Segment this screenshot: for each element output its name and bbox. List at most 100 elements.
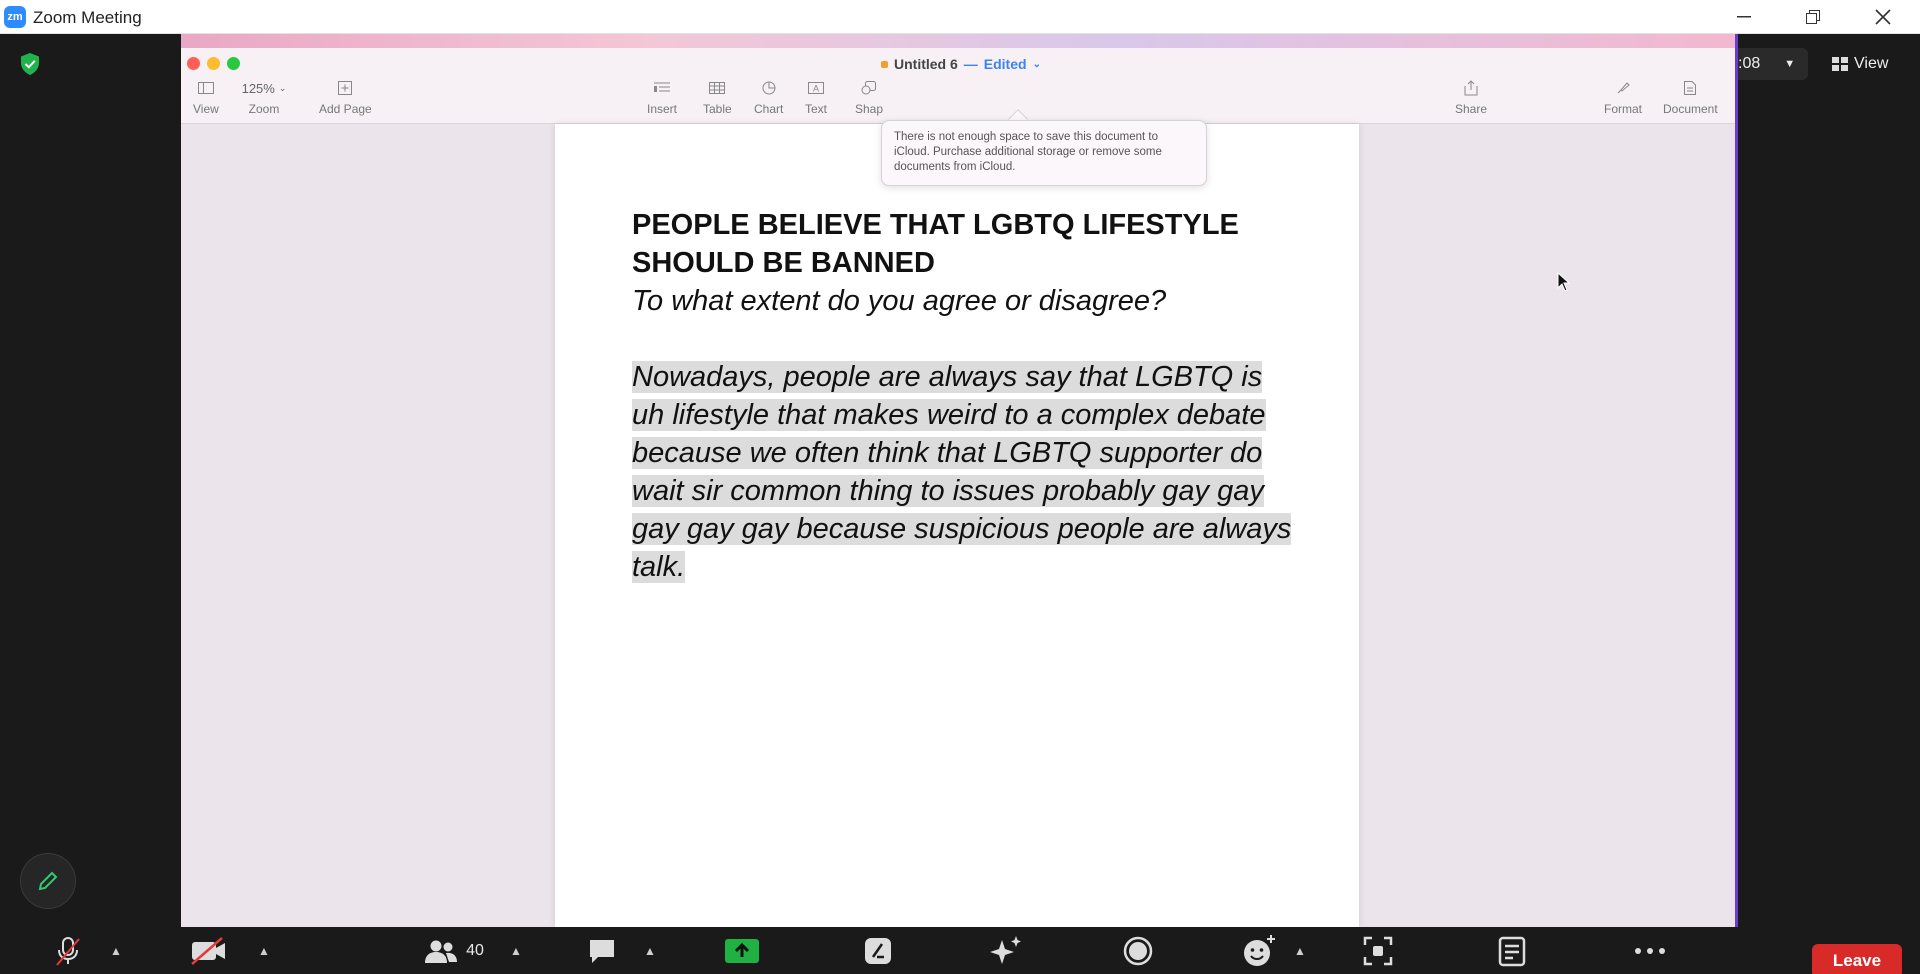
chevron-down-icon[interactable]: ▼ xyxy=(1784,58,1795,70)
toolbar-text-label: Text xyxy=(805,102,828,116)
video-off-icon xyxy=(191,937,225,965)
icloud-storage-tooltip: There is not enough space to save this d… xyxy=(881,120,1207,186)
participants-button[interactable]: 40 xyxy=(414,932,494,970)
toolbar-table-label: Table xyxy=(703,102,732,116)
document-title[interactable]: Untitled 6 — Edited ⌄ xyxy=(881,56,1041,72)
mouse-cursor-icon xyxy=(1557,272,1571,292)
toolbar-insert[interactable]: Insert xyxy=(647,78,677,116)
notes-button[interactable] xyxy=(1492,932,1532,970)
toolbar-format-label: Format xyxy=(1604,102,1643,116)
chat-button[interactable] xyxy=(582,932,622,970)
mac-close-button[interactable] xyxy=(187,57,200,70)
shared-screen: Untitled 6 — Edited ⌄ View 125% ⌄ Zoom Ad… xyxy=(181,34,1738,927)
document-name: Untitled 6 xyxy=(894,56,958,72)
mac-minimize-button[interactable] xyxy=(207,57,220,70)
toolbar-zoom[interactable]: 125% ⌄ Zoom xyxy=(239,78,289,117)
mac-maximize-button[interactable] xyxy=(227,57,240,70)
start-video-button[interactable] xyxy=(186,932,230,970)
toolbar-share-label: Share xyxy=(1455,102,1488,116)
mute-button[interactable] xyxy=(48,932,88,970)
focus-mode-button[interactable] xyxy=(1358,932,1398,970)
svg-text:A: A xyxy=(813,84,819,94)
toolbar-view-label: View xyxy=(193,102,219,116)
document-canvas[interactable]: PEOPLE BELIEVE THAT LGBTQ LIFESTYLE SHOU… xyxy=(181,124,1738,927)
more-button[interactable] xyxy=(1630,932,1670,970)
share-screen-button[interactable] xyxy=(722,932,762,970)
add-page-icon xyxy=(334,78,356,98)
grid-view-icon xyxy=(1832,57,1848,71)
view-button[interactable]: View xyxy=(1822,48,1910,80)
toolbar-insert-label: Insert xyxy=(647,102,678,116)
annotate-button[interactable] xyxy=(20,853,76,909)
leave-button[interactable]: Leave xyxy=(1812,944,1902,974)
title-separator: — xyxy=(963,56,978,72)
toolbar-shape[interactable]: Shap xyxy=(855,78,883,116)
zoom-value: 125% ⌄ xyxy=(241,80,287,96)
chat-options-chevron-icon[interactable]: ▲ xyxy=(640,932,660,970)
share-screen-icon xyxy=(725,939,759,963)
pages-toolbar: Untitled 6 — Edited ⌄ View 125% ⌄ Zoom Ad… xyxy=(181,48,1738,124)
minimize-button[interactable] xyxy=(1721,3,1767,31)
zoom-title-bar: zm Zoom Meeting xyxy=(0,0,1920,34)
desktop-background xyxy=(181,34,1738,48)
participants-count: 40 xyxy=(466,942,484,959)
chevron-down-icon: ⌄ xyxy=(1032,58,1041,70)
view-label: View xyxy=(1854,55,1889,72)
shape-icon xyxy=(858,78,880,98)
essay-question[interactable]: To what extent do you agree or disagree? xyxy=(632,282,1292,320)
more-dots-icon xyxy=(1635,948,1665,954)
audio-options-chevron-icon[interactable]: ▲ xyxy=(106,932,126,970)
toolbar-document-label: Document xyxy=(1663,102,1718,116)
toolbar-text[interactable]: A Text xyxy=(805,78,827,116)
ai-companion-button[interactable] xyxy=(986,932,1026,970)
share-icon xyxy=(1460,78,1482,98)
table-icon xyxy=(706,78,728,98)
emoji-icon xyxy=(1244,935,1275,966)
record-icon xyxy=(1123,936,1153,966)
apps-icon xyxy=(865,938,891,964)
essay-body[interactable]: Nowadays, people are always say that LGB… xyxy=(632,358,1292,586)
document-page[interactable]: PEOPLE BELIEVE THAT LGBTQ LIFESTYLE SHOU… xyxy=(555,124,1359,927)
reactions-button[interactable] xyxy=(1238,932,1282,970)
restore-button[interactable] xyxy=(1790,3,1836,31)
chart-icon xyxy=(758,78,780,98)
toolbar-zoom-label: Zoom xyxy=(248,102,280,116)
microphone-muted-icon xyxy=(56,937,80,966)
edited-label: Edited xyxy=(983,56,1027,72)
share-border xyxy=(1735,34,1738,927)
zoom-logo-icon: zm xyxy=(4,6,26,28)
focus-frame-icon xyxy=(1363,936,1393,966)
toolbar-share[interactable]: Share xyxy=(1455,78,1487,116)
apps-button[interactable] xyxy=(858,932,898,970)
toolbar-format[interactable]: Format xyxy=(1604,78,1642,116)
text-box-icon: A xyxy=(805,78,827,98)
record-button[interactable] xyxy=(1118,932,1158,970)
pencil-icon xyxy=(38,871,58,891)
chat-bubble-icon xyxy=(590,940,614,963)
toolbar-chart-label: Chart xyxy=(754,102,784,116)
toolbar-document[interactable]: Document xyxy=(1663,78,1718,116)
reactions-options-chevron-icon[interactable]: ▲ xyxy=(1290,932,1310,970)
notes-icon xyxy=(1498,936,1526,967)
sparkle-icon xyxy=(990,936,1021,964)
essay-heading[interactable]: PEOPLE BELIEVE THAT LGBTQ LIFESTYLE SHOU… xyxy=(632,206,1292,282)
window-title: Zoom Meeting xyxy=(33,8,142,27)
selected-body-text[interactable]: Nowadays, people are always say that LGB… xyxy=(632,361,1292,583)
document-icon xyxy=(1679,78,1701,98)
participants-options-chevron-icon[interactable]: ▲ xyxy=(506,932,526,970)
insert-icon xyxy=(651,78,673,98)
toolbar-table[interactable]: Table xyxy=(703,78,732,116)
security-shield-icon[interactable] xyxy=(19,52,41,76)
sidebar-icon xyxy=(195,78,217,98)
participants-icon xyxy=(425,940,458,963)
toolbar-view[interactable]: View xyxy=(193,78,219,116)
toolbar-shape-label: Shap xyxy=(855,102,884,116)
pages-window: Untitled 6 — Edited ⌄ View 125% ⌄ Zoom Ad… xyxy=(181,48,1738,927)
video-options-chevron-icon[interactable]: ▲ xyxy=(254,932,274,970)
paintbrush-icon xyxy=(1612,78,1634,98)
meeting-controls: ▲ ▲ 40 ▲ ▲ ▲ xyxy=(0,928,1920,974)
toolbar-chart[interactable]: Chart xyxy=(754,78,783,116)
close-button[interactable] xyxy=(1860,3,1906,31)
unsaved-dot-icon xyxy=(881,60,888,68)
toolbar-add-page[interactable]: Add Page xyxy=(319,78,372,116)
